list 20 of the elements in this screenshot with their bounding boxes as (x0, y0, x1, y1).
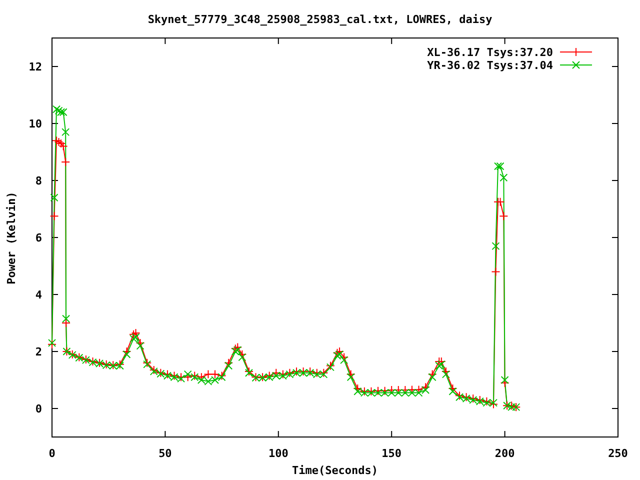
y-tick-label: 12 (28, 60, 42, 74)
x-tick-label: 50 (158, 447, 172, 460)
y-tick-label: 0 (35, 402, 42, 416)
y-tick-label: 10 (28, 118, 42, 130)
x-tick-label: 250 (608, 447, 628, 460)
y-tick-label: 2 (35, 346, 42, 358)
legend-label: XL-36.17 Tsys:37.20 (427, 46, 553, 59)
x-tick-label: 0 (48, 447, 56, 460)
y-tick-label: 6 (35, 232, 42, 244)
x-tick-label: 200 (494, 447, 515, 460)
chart-title: Skynet_57779_3C48_25908_25983_cal.txt, LOWRES, daisy (148, 13, 492, 26)
legend-line (560, 61, 592, 69)
x-axis-label: Time(Seconds) (292, 464, 378, 477)
x-tick-label: 150 (382, 447, 402, 460)
legend-label: YR-36.02 Tsys:37.04 (427, 59, 553, 72)
y-tick-label: 8 (35, 174, 42, 188)
legend-line (560, 48, 592, 56)
y-tick-label: 4 (35, 288, 42, 302)
x-tick-label: 100 (268, 447, 288, 460)
y-axis-label: Power (Kelvin) (5, 192, 18, 284)
